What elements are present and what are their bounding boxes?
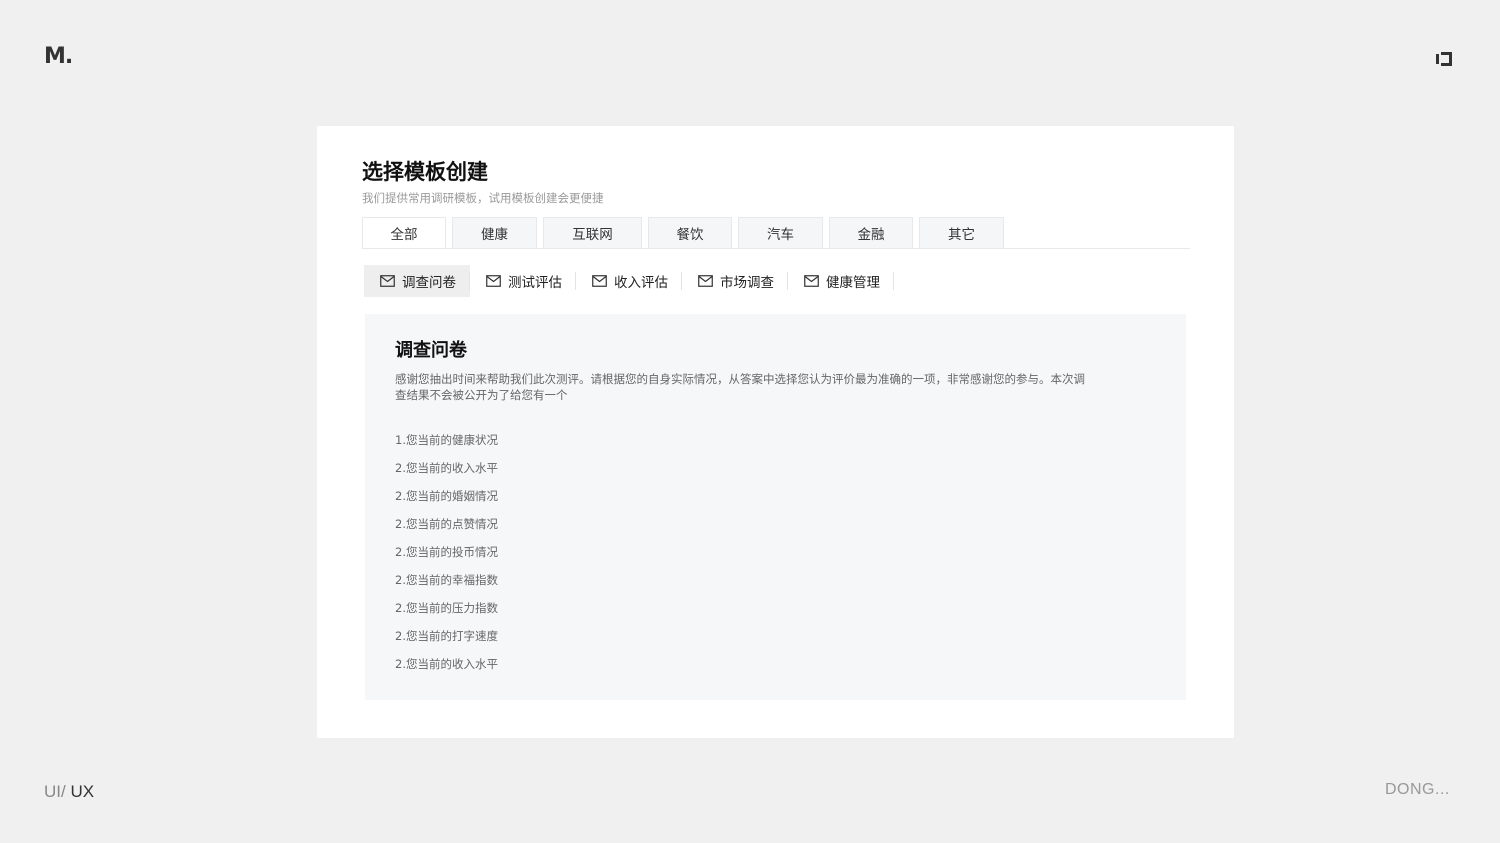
tab-internet[interactable]: 互联网 xyxy=(543,217,642,248)
question-item: 2.您当前的打字速度 xyxy=(395,629,498,643)
question-item: 2.您当前的压力指数 xyxy=(395,601,498,615)
footer-tag: UI/ UX xyxy=(44,782,94,802)
brand-logo: M. xyxy=(44,44,73,69)
mail-icon xyxy=(592,275,607,287)
preview-description: 感谢您抽出时间来帮助我们此次测评。请根据您的自身实际情况，从答案中选择您认为评价… xyxy=(395,372,1085,402)
question-item: 2.您当前的收入水平 xyxy=(395,657,498,671)
tab-finance[interactable]: 金融 xyxy=(829,217,913,248)
question-item: 1.您当前的健康状况 xyxy=(395,433,498,447)
tab-catering[interactable]: 餐饮 xyxy=(648,217,732,248)
template-tab-label: 市场调查 xyxy=(720,275,774,291)
question-item: 2.您当前的收入水平 xyxy=(395,461,498,475)
footer-tag-light: UI/ xyxy=(44,782,66,801)
dialog-subtitle: 我们提供常用调研模板，试用模板创建会更便捷 xyxy=(362,191,604,205)
template-tab-test[interactable]: 测试评估 xyxy=(470,265,576,297)
mail-icon xyxy=(380,275,395,287)
mail-icon xyxy=(804,275,819,287)
question-item: 2.您当前的投币情况 xyxy=(395,545,498,559)
tab-auto[interactable]: 汽车 xyxy=(738,217,823,248)
footer-author: DONG... xyxy=(1385,781,1450,798)
category-tabs: 全部 健康 互联网 餐饮 汽车 金融 其它 xyxy=(362,217,1190,249)
question-item: 2.您当前的婚姻情况 xyxy=(395,489,498,503)
mail-icon xyxy=(698,275,713,287)
template-preview: 调查问卷 感谢您抽出时间来帮助我们此次测评。请根据您的自身实际情况，从答案中选择… xyxy=(365,314,1186,700)
tab-health[interactable]: 健康 xyxy=(452,217,537,248)
template-tab-label: 收入评估 xyxy=(614,275,668,291)
preview-title: 调查问卷 xyxy=(395,340,467,361)
footer-tag-strong: UX xyxy=(70,782,95,801)
template-tab-income[interactable]: 收入评估 xyxy=(576,265,682,297)
tab-all[interactable]: 全部 xyxy=(362,217,446,248)
question-item: 2.您当前的点赞情况 xyxy=(395,517,498,531)
template-tab-survey[interactable]: 调查问卷 xyxy=(364,265,470,297)
dialog-title: 选择模板创建 xyxy=(362,160,488,184)
template-tab-label: 测试评估 xyxy=(508,275,562,291)
template-tab-health-mgmt[interactable]: 健康管理 xyxy=(788,265,894,297)
template-tab-label: 健康管理 xyxy=(826,275,880,291)
template-tabs: 调查问卷 测试评估 收入评估 市场调查 健康管理 xyxy=(364,265,894,297)
tab-other[interactable]: 其它 xyxy=(919,217,1004,248)
template-tab-market[interactable]: 市场调查 xyxy=(682,265,788,297)
question-list: 1.您当前的健康状况 2.您当前的收入水平 2.您当前的婚姻情况 2.您当前的点… xyxy=(395,432,498,684)
template-dialog: 选择模板创建 我们提供常用调研模板，试用模板创建会更便捷 全部 健康 互联网 餐… xyxy=(317,126,1234,738)
template-tab-label: 调查问卷 xyxy=(402,275,456,291)
mail-icon xyxy=(486,275,501,287)
question-item: 2.您当前的幸福指数 xyxy=(395,573,498,587)
window-toggle-icon[interactable] xyxy=(1436,51,1453,67)
